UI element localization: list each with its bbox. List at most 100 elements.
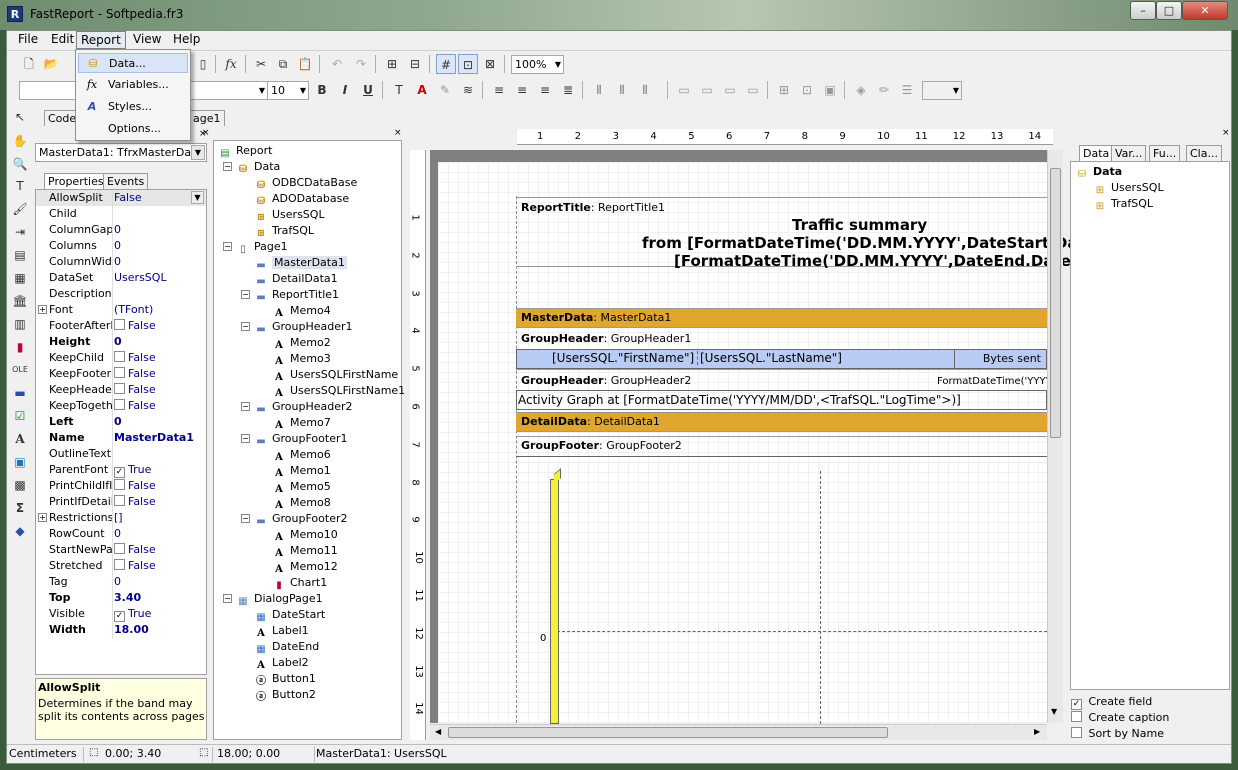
menu-report[interactable]: Report <box>76 31 126 49</box>
tree-node[interactable]: ⛁ ADODatabase <box>254 191 349 207</box>
align-right-icon[interactable]: ≡ <box>535 80 555 100</box>
tree-node[interactable]: − ▬ GroupHeader1 <box>241 319 353 335</box>
frame-bottom-icon[interactable]: ▭ <box>697 80 717 100</box>
property-value[interactable]: False <box>114 350 156 366</box>
band-detail-data[interactable]: DetailData: DetailData1 <box>516 412 1047 432</box>
report-title-line1[interactable]: Traffic summary <box>792 216 927 234</box>
checkbox-icon[interactable]: ✓ <box>114 611 125 622</box>
sum-icon[interactable]: Σ <box>11 499 29 517</box>
property-row[interactable]: PrintChildIfIn False <box>36 478 206 494</box>
property-row[interactable]: Height 0 <box>36 334 206 350</box>
ungroup-icon[interactable]: ⊟ <box>405 54 425 74</box>
expand-icon[interactable]: + <box>38 305 47 314</box>
checkbox-icon[interactable] <box>114 351 125 362</box>
property-row[interactable]: OutlineText <box>36 446 206 462</box>
property-value[interactable]: False <box>114 398 156 414</box>
tree-node[interactable]: A Memo3 <box>272 351 331 367</box>
scroll-down-icon[interactable]: ▼ <box>1051 707 1057 716</box>
tree-node[interactable]: A UsersSQLFirstName <box>272 367 398 383</box>
report-title-line3[interactable]: [FormatDateTime('DD.MM.YYYY',DateEnd.Dat… <box>674 252 1084 270</box>
property-value[interactable]: 0 <box>114 254 121 270</box>
checkbox-icon[interactable] <box>114 367 125 378</box>
menu-file[interactable]: File <box>14 31 42 49</box>
property-value[interactable]: False <box>114 478 156 494</box>
tree-node[interactable]: ▤ Report <box>218 143 272 159</box>
group-icon[interactable]: ⊞ <box>382 54 402 74</box>
property-value[interactable]: False <box>114 190 142 206</box>
subreport-icon[interactable]: ▦ <box>11 269 29 287</box>
tree-node[interactable]: ▦ DateEnd <box>254 639 319 655</box>
expand-icon[interactable]: + <box>38 513 47 522</box>
tree-node[interactable]: A Memo10 <box>272 527 338 543</box>
tab-functions[interactable]: Fu... <box>1149 145 1181 161</box>
menu-item-options[interactable]: Options... <box>78 119 188 139</box>
tab-properties[interactable]: Properties <box>44 173 108 189</box>
field-format-date[interactable]: FormatDateTime('YYYY <box>937 376 1052 387</box>
font-size-select[interactable]: 10 ▼ <box>267 81 309 100</box>
property-row[interactable]: StartNewPag False <box>36 542 206 558</box>
property-row[interactable]: KeepHeader False <box>36 382 206 398</box>
create-field-checkbox[interactable]: ✓ Create field <box>1071 695 1152 710</box>
scroll-right-icon[interactable]: ▶ <box>1034 727 1040 736</box>
open-icon[interactable]: 📂 <box>41 54 61 74</box>
tree-node[interactable]: ▬ MasterData1 <box>254 255 347 271</box>
page-icon[interactable]: ▯ <box>193 54 213 74</box>
function-icon[interactable]: fx <box>221 54 241 74</box>
collapse-icon[interactable]: − <box>241 290 250 299</box>
underline-icon[interactable]: U <box>358 80 378 100</box>
tree-node[interactable]: A Memo5 <box>272 479 331 495</box>
checkbox-icon[interactable] <box>114 399 125 410</box>
tree-node[interactable]: A Memo12 <box>272 559 338 575</box>
property-row[interactable]: RowCount 0 <box>36 526 206 542</box>
maximize-button[interactable]: □ <box>1156 1 1182 20</box>
property-value[interactable]: False <box>114 382 156 398</box>
tree-node[interactable]: − ▦ DialogPage1 <box>223 591 323 607</box>
menu-view[interactable]: View <box>129 31 165 49</box>
tab-page1[interactable]: age1 <box>190 110 225 126</box>
ole-icon[interactable]: OLE <box>11 361 29 379</box>
field-bytes-sent[interactable]: Bytes sent <box>954 349 1047 369</box>
property-row[interactable]: + Restrictions[] <box>36 510 206 526</box>
close-button[interactable]: ✕ <box>1182 1 1228 20</box>
tree-node[interactable]: ▬ DetailData1 <box>254 271 337 287</box>
tree-node[interactable]: A Memo2 <box>272 335 331 351</box>
rotate-text-icon[interactable]: ✎ <box>435 80 455 100</box>
object-select[interactable]: MasterData1: TfrxMasterData ▼ <box>35 143 207 162</box>
tab-data[interactable]: Data <box>1079 145 1114 161</box>
report-title-line2[interactable]: from [FormatDateTime('DD.MM.YYYY',DateSt… <box>642 234 1102 252</box>
data-band-icon[interactable]: ▤ <box>11 246 29 264</box>
close-icon[interactable]: × <box>1222 129 1230 138</box>
collapse-icon[interactable]: − <box>223 242 232 251</box>
property-value[interactable]: (TFont) <box>114 302 153 318</box>
property-row[interactable]: Description <box>36 286 206 302</box>
collapse-icon[interactable]: − <box>223 594 232 603</box>
select-tool-icon[interactable]: ↖ <box>11 108 29 126</box>
collapse-icon[interactable]: − <box>241 402 250 411</box>
tree-node[interactable]: A Memo7 <box>272 415 331 431</box>
hand-tool-icon[interactable]: ✋ <box>11 132 29 150</box>
property-row[interactable]: DataSet UsersSQL <box>36 270 206 286</box>
tree-node[interactable]: − ▬ GroupFooter1 <box>241 431 348 447</box>
crosstab-icon[interactable]: ▥ <box>11 315 29 333</box>
tree-node[interactable]: A Label2 <box>254 655 309 671</box>
checkbox-icon[interactable] <box>114 495 125 506</box>
checkbox-icon[interactable]: ✓ <box>114 467 125 478</box>
property-value[interactable]: False <box>114 366 156 382</box>
band-report-title[interactable]: ReportTitle: ReportTitle1 Traffic summar… <box>516 197 1102 270</box>
align-left-icon[interactable]: ≡ <box>489 80 509 100</box>
frame-style-icon[interactable]: ☰ <box>897 80 917 100</box>
copy-icon[interactable]: ⧉ <box>273 54 293 74</box>
property-row[interactable]: Top 3.40 <box>36 590 206 606</box>
property-value[interactable]: 0 <box>114 574 121 590</box>
menu-item-variables[interactable]: fx Variables... <box>78 75 188 95</box>
tree-node[interactable]: − ▯ Page1 <box>223 239 288 255</box>
valign-top-icon[interactable]: ⫴ <box>589 80 609 100</box>
frame-width-select[interactable]: ▼ <box>922 81 962 100</box>
chevron-down-icon[interactable]: ▼ <box>191 191 204 204</box>
redo-icon[interactable]: ↷ <box>351 54 371 74</box>
property-row[interactable]: Columns 0 <box>36 238 206 254</box>
tree-node[interactable]: ⓐ Button1 <box>254 671 316 687</box>
field-lastname[interactable]: [UsersSQL."LastName"] <box>697 351 842 365</box>
property-row[interactable]: Left 0 <box>36 414 206 430</box>
property-value[interactable]: 0 <box>114 334 122 350</box>
